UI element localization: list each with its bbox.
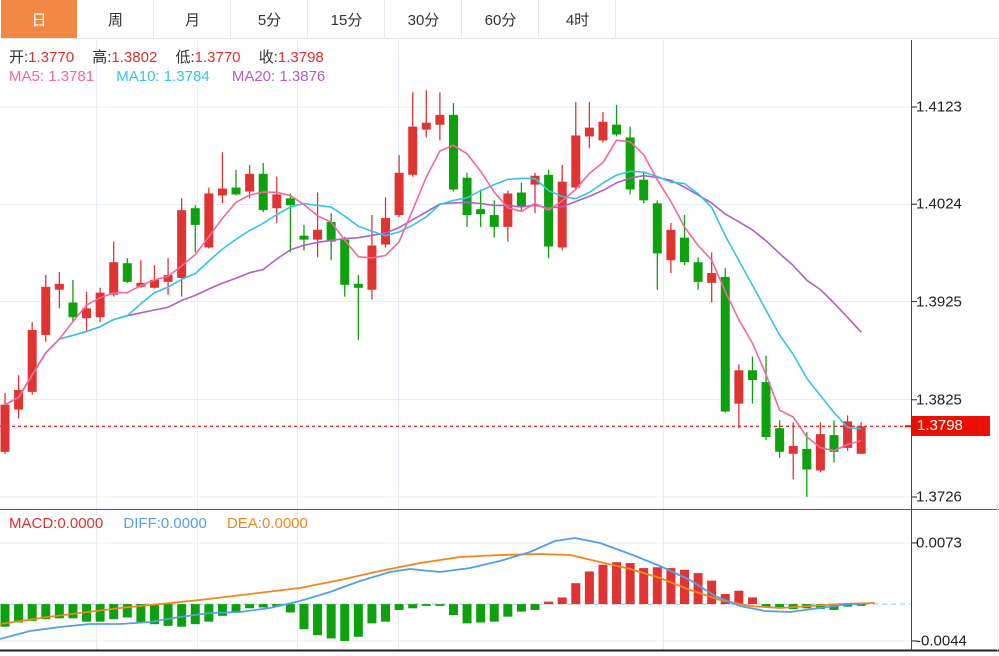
period-tabbar: 日 周 月 5分 15分 30分 60分 4时 — [0, 0, 999, 39]
macd-axis-label-top: 0.0073 — [916, 535, 962, 552]
high-label: 高: — [92, 49, 111, 66]
price-axis-label: 1.3726 — [916, 489, 962, 506]
ma-readout: MA5: 1.3781 MA10: 1.3784 MA20: 1.3876 — [9, 68, 343, 85]
price-axis-label: 1.3925 — [916, 294, 962, 311]
tab-30min[interactable]: 30分 — [385, 0, 462, 38]
ohlc-readout: 开:1.3770 高:1.3802 低:1.3770 收:1.3798 — [9, 46, 338, 67]
price-axis-label: 1.4123 — [916, 99, 962, 116]
macd-readout: MACD:0.0000 DIFF:0.0000 DEA:0.0000 — [9, 515, 324, 532]
tab-week[interactable]: 周 — [77, 0, 154, 38]
kline-chart[interactable] — [0, 0, 999, 656]
price-axis-label: 1.4024 — [916, 196, 962, 213]
ma5-readout: MA5: 1.3781 — [9, 68, 94, 85]
ma10-readout: MA10: 1.3784 — [116, 68, 209, 85]
close-value: 1.3798 — [278, 49, 324, 66]
price-axis-label: 1.3825 — [916, 392, 962, 409]
high-value: 1.3802 — [111, 49, 157, 66]
low-label: 低: — [175, 49, 194, 66]
kline-app: 日 周 月 5分 15分 30分 60分 4时 开:1.3770 高:1.380… — [0, 0, 999, 656]
macd-axis-label-bottom: -0.0044 — [916, 633, 967, 650]
tab-15min[interactable]: 15分 — [308, 0, 385, 38]
current-price-tag: 1.3798 — [912, 416, 990, 436]
macd-histogram — [1, 562, 866, 641]
close-label: 收: — [259, 49, 278, 66]
macd-value: MACD:0.0000 — [9, 515, 103, 532]
dea-value: DEA:0.0000 — [227, 515, 308, 532]
tab-day[interactable]: 日 — [0, 0, 77, 38]
ma20-readout: MA20: 1.3876 — [232, 68, 325, 85]
candles — [1, 90, 866, 497]
open-value: 1.3770 — [28, 49, 74, 66]
tab-5min[interactable]: 5分 — [231, 0, 308, 38]
open-label: 开: — [9, 49, 28, 66]
tab-month[interactable]: 月 — [154, 0, 231, 38]
diff-value: DIFF:0.0000 — [123, 515, 206, 532]
tab-4hour[interactable]: 4时 — [539, 0, 616, 38]
low-value: 1.3770 — [195, 49, 241, 66]
tab-60min[interactable]: 60分 — [462, 0, 539, 38]
